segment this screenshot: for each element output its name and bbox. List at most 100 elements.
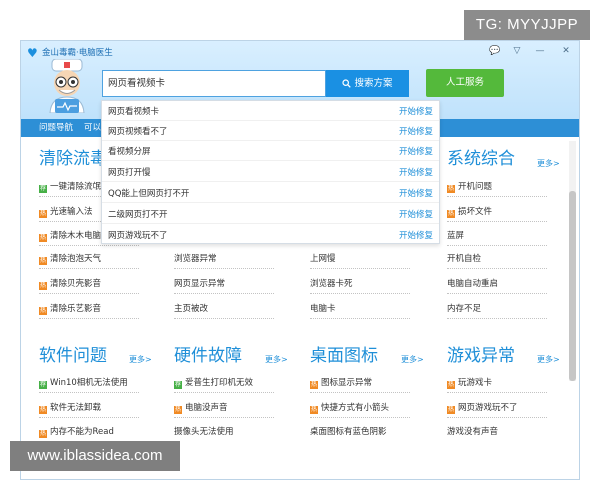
tag-icon: 荐 xyxy=(174,381,182,389)
list-item[interactable]: 桌面图标有蓝色阴影 xyxy=(310,426,387,439)
repair-link[interactable]: 开始修复 xyxy=(399,208,433,220)
suggestion-text: 网页游戏玩不了 xyxy=(108,231,168,241)
list-item[interactable]: 热内存不能为Read xyxy=(39,426,114,439)
list-item[interactable]: 热损坏文件 xyxy=(447,206,492,219)
divider xyxy=(447,221,547,222)
repair-link[interactable]: 开始修复 xyxy=(399,187,433,199)
list-item[interactable]: 摄像头无法使用 xyxy=(174,426,234,439)
more-link-game[interactable]: 更多> xyxy=(537,354,560,365)
tag-icon: 热 xyxy=(447,381,455,389)
close-icon[interactable]: ✕ xyxy=(560,45,572,57)
list-item[interactable]: 电脑自动重启 xyxy=(447,278,498,291)
list-item[interactable]: 热玩游戏卡 xyxy=(447,377,492,390)
divider xyxy=(310,392,410,393)
feedback-icon[interactable]: 💬 xyxy=(489,45,501,57)
divider xyxy=(310,417,410,418)
divider xyxy=(447,268,547,269)
list-item[interactable]: 蓝屏 xyxy=(447,230,464,243)
list-item[interactable]: 热软件无法卸载 xyxy=(39,402,101,415)
divider xyxy=(174,268,274,269)
section-title-clean: 清除流毒 xyxy=(39,149,107,169)
nav-item-guide[interactable]: 问题导航 xyxy=(39,119,73,137)
more-link-system[interactable]: 更多> xyxy=(537,158,560,169)
divider xyxy=(310,318,410,319)
search-button[interactable]: 搜索方案 xyxy=(326,70,409,97)
list-item[interactable]: 上网慢 xyxy=(310,253,336,266)
divider xyxy=(174,318,274,319)
divider xyxy=(447,392,547,393)
divider xyxy=(174,392,274,393)
list-item[interactable]: 热清除泡泡天气 xyxy=(39,253,101,266)
list-item[interactable]: 热电脑没声音 xyxy=(174,402,228,415)
list-item[interactable]: 电脑卡 xyxy=(310,303,336,316)
minimize-icon[interactable]: — xyxy=(534,45,546,57)
tag-icon: 热 xyxy=(39,430,47,438)
menu-icon[interactable]: ▽ xyxy=(511,45,523,57)
list-item[interactable]: 网页显示异常 xyxy=(174,278,225,291)
list-item[interactable]: 游戏没有声音 xyxy=(447,426,498,439)
nav-item-2[interactable]: 可以 xyxy=(84,119,101,137)
service-button[interactable]: 人工服务 xyxy=(426,69,504,97)
divider xyxy=(39,318,139,319)
list-item[interactable]: 荐 Win10相机无法使用 xyxy=(39,377,128,390)
list-item[interactable]: 热网页游戏玩不了 xyxy=(447,402,518,415)
list-item[interactable]: 开机自检 xyxy=(447,253,481,266)
section-title-hardware: 硬件故障 xyxy=(174,346,242,366)
watermark-url: www.iblassidea.com xyxy=(10,441,180,471)
list-item[interactable]: 主页被改 xyxy=(174,303,208,316)
list-item[interactable]: 浏览器异常 xyxy=(174,253,217,266)
search-suggestions: 网页看视频卡 开始修复 网页视频看不了 开始修复 看视频分屏 开始修复 网页打开慢 开始… xyxy=(101,100,440,244)
repair-link[interactable]: 开始修复 xyxy=(399,105,433,117)
suggestion-text: 网页打开慢 xyxy=(108,168,151,178)
divider xyxy=(39,268,139,269)
list-item[interactable]: 热清除贝壳影音 xyxy=(39,278,101,291)
tag-icon: 荐 xyxy=(39,185,47,193)
tag-icon: 荐 xyxy=(39,381,47,389)
suggestion-item[interactable]: 网页游戏玩不了 开始修复 xyxy=(102,225,439,245)
suggestion-item[interactable]: 网页看视频卡 开始修复 xyxy=(102,101,439,121)
suggestion-item[interactable]: 二级网页打不开 开始修复 xyxy=(102,204,439,224)
tag-icon: 热 xyxy=(39,234,47,242)
suggestion-text: 看视频分屏 xyxy=(108,147,151,157)
divider xyxy=(447,417,547,418)
list-item[interactable]: 热开机问题 xyxy=(447,181,492,194)
suggestion-item[interactable]: 看视频分屏 开始修复 xyxy=(102,141,439,161)
tag-icon: 热 xyxy=(447,406,455,414)
search-input[interactable]: 网页看视频卡 xyxy=(102,70,326,97)
more-link-software[interactable]: 更多> xyxy=(129,354,152,365)
section-title-system: 系统综合 xyxy=(447,149,515,169)
tag-icon: 热 xyxy=(447,210,455,218)
repair-link[interactable]: 开始修复 xyxy=(399,166,433,178)
repair-link[interactable]: 开始修复 xyxy=(399,229,433,241)
divider xyxy=(447,293,547,294)
more-link-hardware[interactable]: 更多> xyxy=(265,354,288,365)
list-item[interactable]: 荐一键清除流氓 xyxy=(39,181,101,194)
list-item[interactable]: 荐爱普生打印机无效 xyxy=(174,377,253,390)
list-item[interactable]: 热图标显示异常 xyxy=(310,377,372,390)
list-item[interactable]: 热清除木木电脑 xyxy=(39,230,101,243)
suggestion-item[interactable]: QQ能上但网页打不开 开始修复 xyxy=(102,183,439,203)
tag-icon: 热 xyxy=(39,282,47,290)
divider xyxy=(174,417,274,418)
list-item[interactable]: 内存不足 xyxy=(447,303,481,316)
watermark-tag: TG: MYYJJPP xyxy=(464,10,590,40)
suggestion-item[interactable]: 网页视频看不了 开始修复 xyxy=(102,121,439,141)
section-title-software: 软件问题 xyxy=(39,346,107,366)
divider xyxy=(174,293,274,294)
suggestion-text: 二级网页打不开 xyxy=(108,210,168,220)
scrollbar-thumb[interactable] xyxy=(569,191,576,381)
search-button-label: 搜索方案 xyxy=(354,78,393,89)
suggestion-item[interactable]: 网页打开慢 开始修复 xyxy=(102,162,439,182)
more-link-desktop[interactable]: 更多> xyxy=(401,354,424,365)
tag-icon: 热 xyxy=(310,381,318,389)
list-item[interactable]: 浏览器卡死 xyxy=(310,278,353,291)
repair-link[interactable]: 开始修复 xyxy=(399,125,433,137)
divider xyxy=(310,293,410,294)
list-item[interactable]: 热清除乐艺影音 xyxy=(39,303,101,316)
repair-link[interactable]: 开始修复 xyxy=(399,145,433,157)
tag-icon: 热 xyxy=(174,406,182,414)
list-item[interactable]: 热快捷方式有小箭头 xyxy=(310,402,389,415)
search-icon xyxy=(342,79,352,88)
tag-icon: 热 xyxy=(39,307,47,315)
list-item[interactable]: 热光速输入法 xyxy=(39,206,93,219)
